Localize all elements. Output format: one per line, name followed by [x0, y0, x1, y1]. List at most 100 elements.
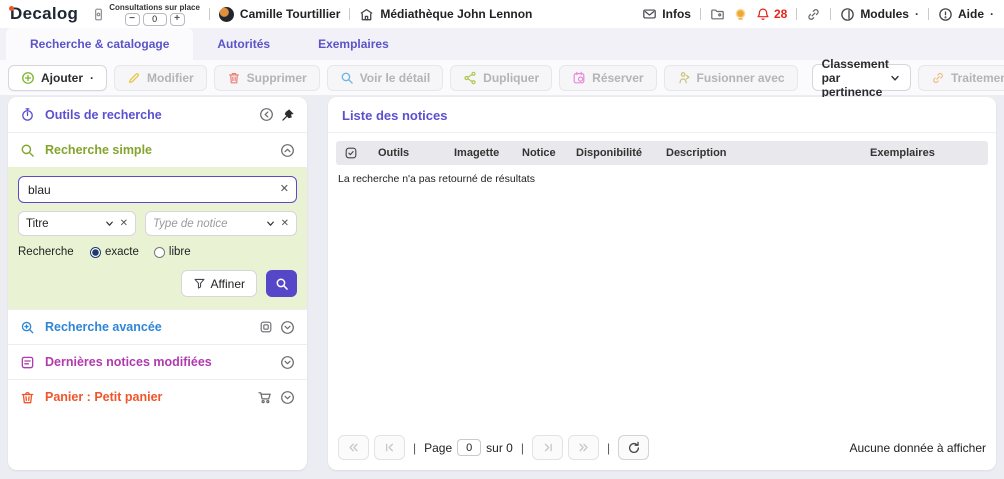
aide-label: Aide — [958, 7, 984, 21]
radio-libre-label: libre — [169, 246, 191, 258]
section-recherche-simple[interactable]: Recherche simple — [8, 132, 307, 167]
page-number-input[interactable] — [457, 439, 481, 456]
section-outils-de-recherche[interactable]: Outils de recherche — [8, 97, 307, 132]
chevron-down-circle-icon[interactable] — [280, 390, 295, 405]
notification-count-badge[interactable]: 28 — [774, 7, 787, 21]
pager-divider: | — [413, 441, 416, 455]
column-header-outils[interactable]: Outils — [378, 147, 454, 159]
chevron-down-icon — [104, 218, 115, 229]
consultations-minus-button[interactable]: − — [125, 13, 140, 26]
pencil-icon — [127, 71, 141, 85]
modules-label: Modules — [860, 7, 909, 21]
dropdown-indicator-icon: · — [990, 7, 994, 21]
user-name: Camille Tourtillier — [240, 7, 340, 21]
folder-icon[interactable] — [710, 7, 725, 21]
actions-toolbar: Ajouter · Modifier Supprimer Voir le déta… — [0, 60, 1004, 95]
chevron-down-circle-icon[interactable] — [280, 320, 295, 335]
column-header-exemplaires[interactable]: Exemplaires — [870, 147, 980, 159]
classement-select[interactable]: Classement par pertinence — [812, 64, 911, 91]
radio-libre[interactable]: libre — [154, 246, 191, 258]
link-icon[interactable] — [806, 7, 821, 22]
search-submit-button[interactable] — [266, 270, 297, 297]
first-page-button[interactable] — [338, 435, 369, 460]
search-query-input[interactable] — [18, 176, 297, 203]
collapse-panel-icon[interactable] — [259, 107, 274, 122]
chevron-up-circle-icon[interactable] — [280, 143, 295, 158]
dupliquer-button[interactable]: Dupliquer — [450, 65, 552, 91]
last-page-button[interactable] — [568, 435, 599, 460]
branch-icon — [463, 71, 477, 85]
select-all-checkbox[interactable] — [344, 146, 358, 160]
affiner-label: Affiner — [211, 277, 245, 291]
refresh-button[interactable] — [618, 435, 649, 460]
tab-autorites[interactable]: Autorités — [193, 28, 294, 60]
fusionner-button[interactable]: Fusionner avec — [664, 65, 798, 91]
kiosk-icon[interactable] — [92, 7, 105, 22]
search-icon — [275, 277, 289, 291]
aide-menu-button[interactable]: Aide · — [938, 7, 994, 22]
modifier-button[interactable]: Modifier — [114, 65, 207, 91]
user-avatar[interactable] — [219, 7, 234, 22]
ajouter-button[interactable]: Ajouter · — [8, 65, 107, 91]
clear-type-icon[interactable]: ✕ — [281, 218, 289, 229]
recherche-label: Recherche — [18, 246, 90, 258]
header-divider — [209, 8, 210, 20]
radio-exacte[interactable]: exacte — [90, 246, 139, 258]
simple-search-form: ✕ Titre ✕ Type de notice ✕ — [8, 167, 307, 309]
voir-detail-button[interactable]: Voir le détail — [327, 65, 443, 91]
column-header-imagette[interactable]: Imagette — [454, 147, 522, 159]
library-name: Médiathèque John Lennon — [380, 7, 532, 21]
consultations-count-input[interactable] — [143, 13, 167, 26]
voir-detail-label: Voir le détail — [360, 71, 430, 85]
modules-menu-button[interactable]: Modules· — [840, 7, 919, 22]
empty-results-message: La recherche n'a pas retourné de résulta… — [328, 165, 996, 193]
column-header-description[interactable]: Description — [666, 147, 870, 159]
traitements-par-lot-button[interactable]: Traitements par lot· — [918, 65, 1004, 91]
search-tools-icon — [20, 107, 35, 122]
modules-icon — [840, 7, 855, 22]
bell-icon[interactable] — [756, 7, 770, 22]
tab-exemplaires[interactable]: Exemplaires — [294, 28, 413, 60]
header-divider — [349, 8, 350, 20]
dropdown-indicator-icon: · — [90, 71, 94, 85]
clear-field-icon[interactable]: ✕ — [120, 218, 128, 229]
module-tabbar: Recherche & catalogage Autorités Exempla… — [0, 28, 1004, 60]
basket-icon — [20, 390, 35, 405]
header-divider — [796, 8, 797, 20]
section-dernieres-notices[interactable]: Dernières notices modifiées — [8, 344, 307, 379]
previous-page-button[interactable] — [374, 435, 405, 460]
advanced-search-icon — [20, 320, 35, 335]
consultations-stepper: Consultations sur place − + — [109, 3, 200, 26]
clear-query-icon[interactable]: ✕ — [280, 182, 289, 195]
cart-icon[interactable] — [257, 390, 273, 405]
merge-person-icon — [677, 71, 691, 85]
infos-button[interactable]: Infos — [642, 7, 691, 21]
notice-type-placeholder: Type de notice — [153, 218, 260, 230]
pin-icon[interactable] — [281, 108, 295, 122]
section-recherche-avancee[interactable]: Recherche avancée — [8, 309, 307, 344]
column-header-notice[interactable]: Notice — [522, 147, 576, 159]
column-header-disponibilite[interactable]: Disponibilité — [576, 147, 666, 159]
search-field-select[interactable]: Titre ✕ — [18, 211, 136, 236]
notice-type-select[interactable]: Type de notice ✕ — [145, 211, 297, 236]
radio-libre-input[interactable] — [154, 247, 165, 258]
trash-icon — [227, 71, 241, 85]
ajouter-label: Ajouter — [41, 71, 83, 85]
reserver-button[interactable]: Réserver — [559, 65, 656, 91]
pagination-bar: | Page sur 0 | | Aucune donnée à affiche… — [328, 427, 996, 470]
consultations-plus-button[interactable]: + — [170, 13, 185, 26]
chevron-down-circle-icon[interactable] — [280, 355, 295, 370]
classement-value: Classement par pertinence — [822, 57, 889, 99]
supprimer-button[interactable]: Supprimer — [214, 65, 320, 91]
section-label: Panier : Petit panier — [45, 390, 247, 404]
radio-exacte-input[interactable] — [90, 247, 101, 258]
magnifier-icon — [340, 71, 354, 85]
lamp-notification-icon[interactable] — [733, 7, 748, 22]
restore-window-icon[interactable] — [259, 320, 273, 334]
pager-divider: | — [521, 441, 524, 455]
section-label: Dernières notices modifiées — [45, 355, 270, 369]
tab-recherche-catalogage[interactable]: Recherche & catalogage — [6, 28, 193, 60]
next-page-button[interactable] — [532, 435, 563, 460]
section-panier[interactable]: Panier : Petit panier — [8, 379, 307, 414]
affiner-button[interactable]: Affiner — [181, 270, 257, 297]
